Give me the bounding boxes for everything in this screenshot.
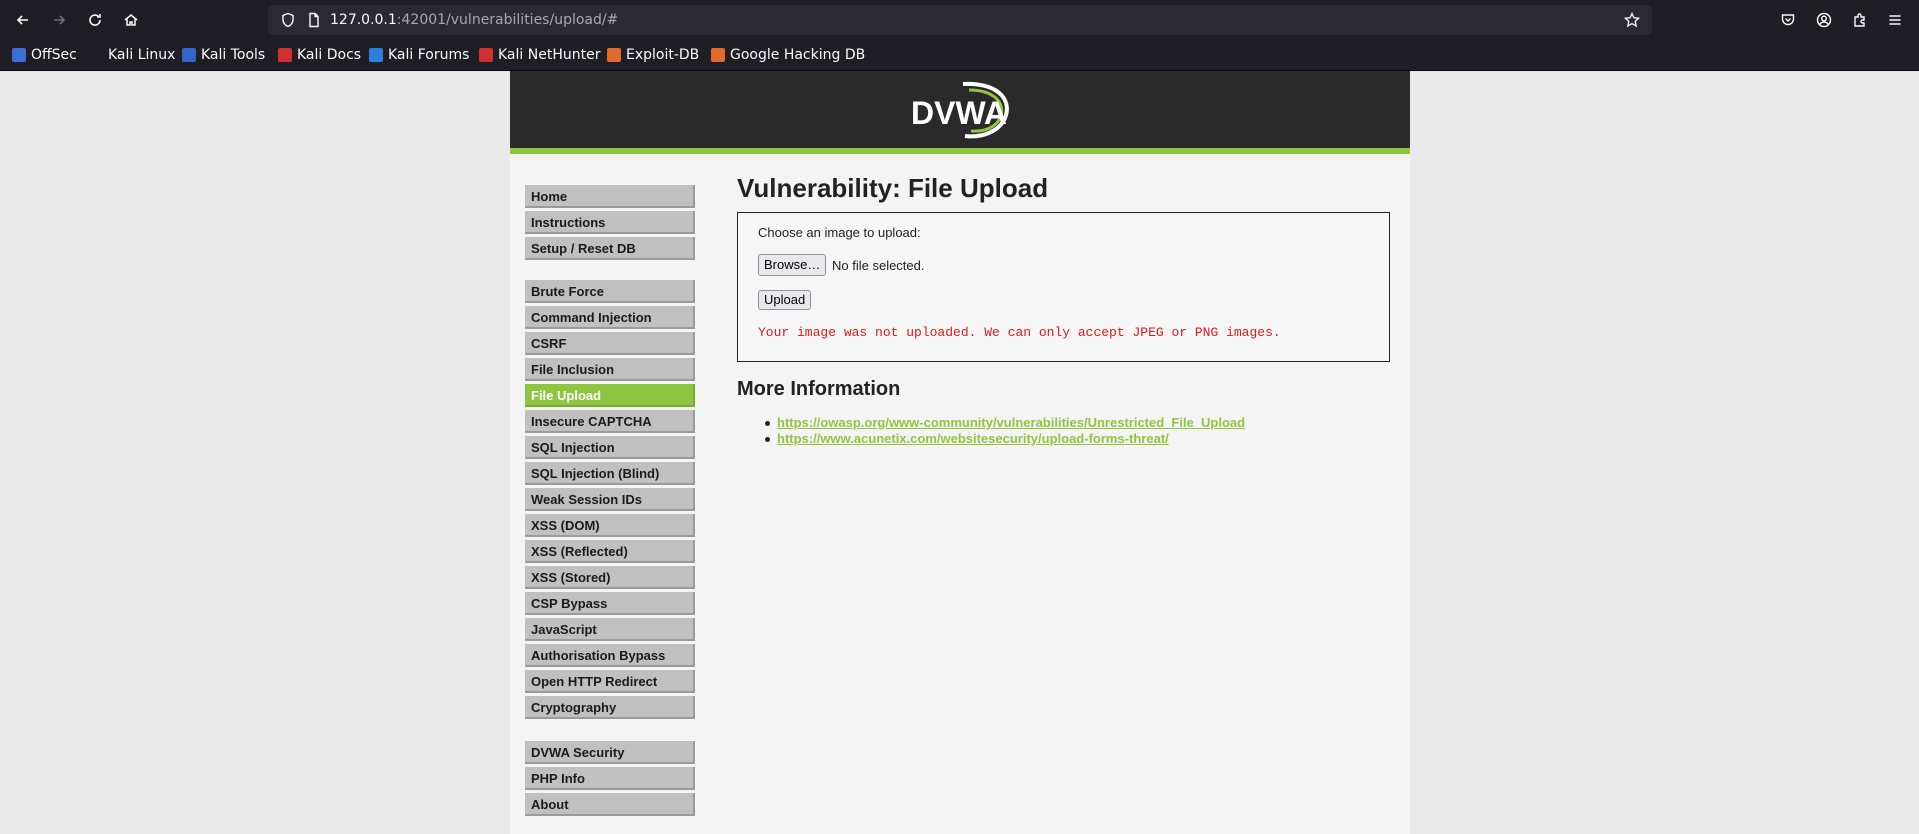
sidebar-item-instructions[interactable]: Instructions [525,211,695,234]
hamburger-menu-icon[interactable] [1881,6,1909,34]
sidebar-item-dvwa-security[interactable]: DVWA Security [525,741,695,764]
dvwa-container: DVWA Home Instructions Setup / Reset DB Bru… [510,71,1410,834]
sidebar-item-sql-injection[interactable]: SQL Injection [525,436,695,459]
page-title: Vulnerability: File Upload [737,173,1049,203]
owasp-link[interactable]: https://owasp.org/www-community/vulnerab… [777,415,1245,430]
upload-button[interactable]: Upload [758,290,812,310]
kali-docs-icon [278,48,292,62]
pocket-icon[interactable] [1774,6,1802,34]
sidebar-item-open-http-redirect[interactable]: Open HTTP Redirect [525,670,695,693]
sidebar-item-javascript[interactable]: JavaScript [525,618,695,641]
bookmark-kali-forums[interactable]: Kali Forums [369,47,469,63]
sidebar-item-csp-bypass[interactable]: CSP Bypass [525,592,695,615]
sidebar-item-file-inclusion[interactable]: File Inclusion [525,358,695,381]
ghdb-icon [711,48,725,62]
exploit-db-icon [607,48,621,62]
sidebar-item-setup-reset-db[interactable]: Setup / Reset DB [525,237,695,260]
url-text[interactable]: 127.0.0.1:42001/vulnerabilities/upload/# [330,12,618,28]
sidebar-item-cryptography[interactable]: Cryptography [525,696,695,719]
sidebar-item-authorisation-bypass[interactable]: Authorisation Bypass [525,644,695,667]
kali-tools-icon [182,48,196,62]
offsec-icon [12,48,26,62]
upload-prompt: Choose an image to upload: [758,225,921,240]
list-item: https://owasp.org/www-community/vulnerab… [764,415,1245,431]
reload-icon[interactable] [81,6,109,34]
sidebar-item-about[interactable]: About [525,793,695,816]
browse-button[interactable]: Browse… [758,254,827,276]
sidebar-item-brute-force[interactable]: Brute Force [525,280,695,303]
more-information-heading: More Information [737,378,901,400]
upload-error-message: Your image was not uploaded. We can only… [758,325,1281,340]
forward-arrow-icon[interactable] [45,6,73,34]
sidebar-item-xss-dom[interactable]: XSS (DOM) [525,514,695,537]
sidebar-item-csrf[interactable]: CSRF [525,332,695,355]
bookmark-kali-linux[interactable]: Kali Linux [89,47,175,63]
sidebar-item-weak-session-ids[interactable]: Weak Session IDs [525,488,695,511]
bookmark-star-icon[interactable] [1624,12,1640,28]
bookmark-kali-docs[interactable]: Kali Docs [278,47,361,63]
dvwa-header: DVWA [510,71,1410,154]
shield-icon[interactable] [280,12,296,28]
browser-toolbar: 127.0.0.1:42001/vulnerabilities/upload/# [0,0,1919,40]
sidebar-item-insecure-captcha[interactable]: Insecure CAPTCHA [525,410,695,433]
kali-forums-icon [369,48,383,62]
page-viewport: DVWA Home Instructions Setup / Reset DB Bru… [0,71,1919,834]
sidebar-item-xss-stored[interactable]: XSS (Stored) [525,566,695,589]
bookmarks-bar: OffSec Kali Linux Kali Tools Kali Docs K… [0,40,1919,71]
kali-dragon-icon [89,48,103,62]
list-item: https://www.acunetix.com/websitesecurity… [764,431,1245,447]
acunetix-link[interactable]: https://www.acunetix.com/websitesecurity… [777,431,1169,446]
kali-nethunter-icon [479,48,493,62]
bookmark-kali-tools[interactable]: Kali Tools [182,47,265,63]
bookmark-exploit-db[interactable]: Exploit-DB [607,47,699,63]
sidebar-item-file-upload[interactable]: File Upload [525,384,695,407]
bookmark-offsec[interactable]: OffSec [12,47,77,63]
page-info-icon[interactable] [306,12,322,28]
dvwa-logo: DVWA [911,81,1009,139]
sidebar-item-sql-injection-blind[interactable]: SQL Injection (Blind) [525,462,695,485]
no-file-label: No file selected. [832,258,925,273]
back-arrow-icon[interactable] [9,6,37,34]
sidebar-item-home[interactable]: Home [525,185,695,208]
extensions-icon[interactable] [1846,6,1874,34]
url-bar[interactable]: 127.0.0.1:42001/vulnerabilities/upload/# [268,5,1652,35]
account-icon[interactable] [1810,6,1838,34]
sidebar-item-xss-reflected[interactable]: XSS (Reflected) [525,540,695,563]
upload-form-box: Choose an image to upload: Browse… No fi… [737,212,1390,362]
bookmark-google-hacking-db[interactable]: Google Hacking DB [711,47,865,63]
svg-text:DVWA: DVWA [911,95,1007,131]
home-icon[interactable] [117,6,145,34]
bookmark-kali-nethunter[interactable]: Kali NetHunter [479,47,600,63]
info-links-list: https://owasp.org/www-community/vulnerab… [764,415,1245,447]
sidebar-item-command-injection[interactable]: Command Injection [525,306,695,329]
sidebar-item-php-info[interactable]: PHP Info [525,767,695,790]
